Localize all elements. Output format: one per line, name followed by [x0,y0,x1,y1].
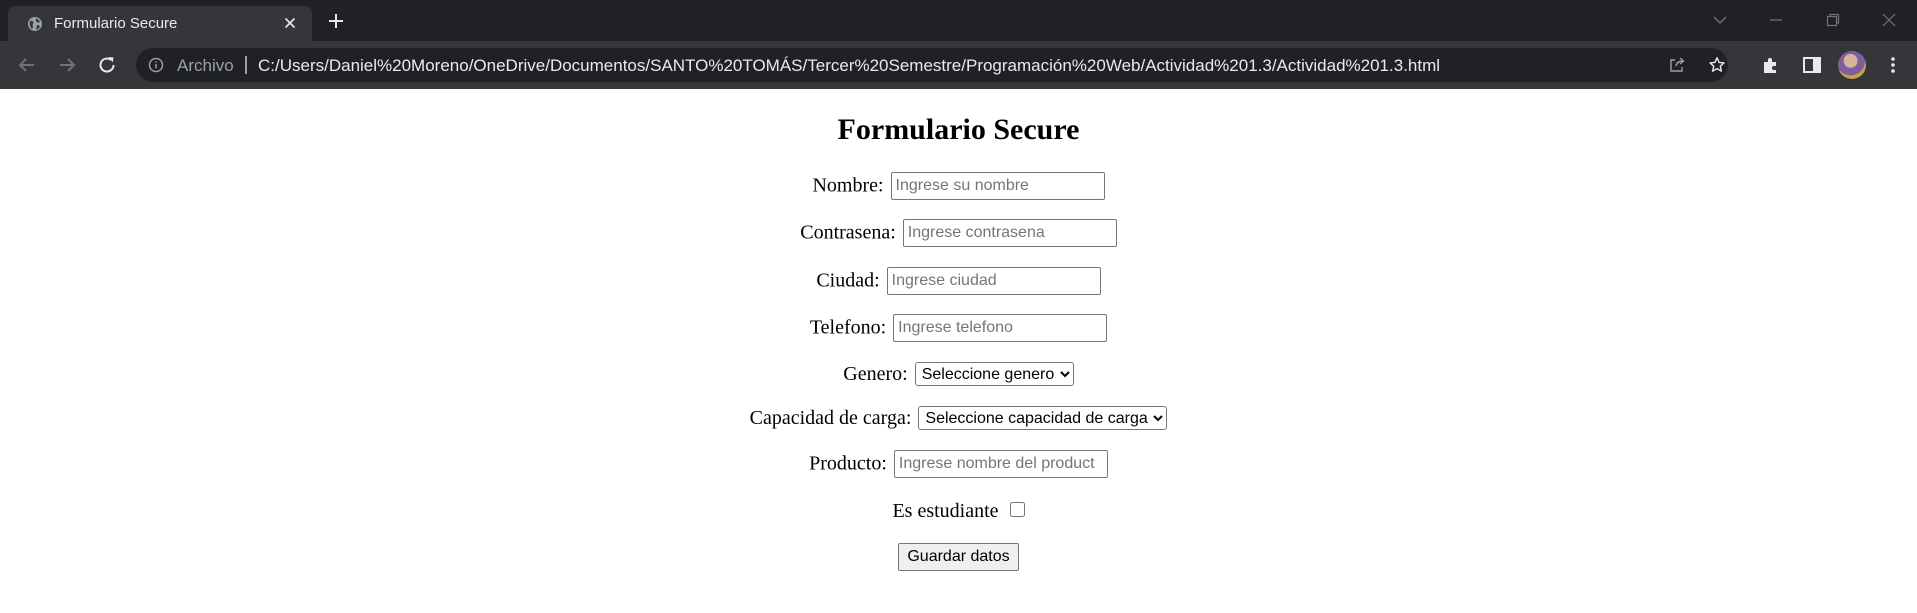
telefono-label: Telefono: [809,316,887,339]
page-content: Formulario Secure Nombre: Contrasena: Ci… [0,89,1917,613]
guardar-datos-button[interactable]: Guardar datos [898,543,1019,571]
estudiante-label: Es estudiante [892,499,999,522]
share-icon[interactable] [1668,56,1686,74]
contrasena-label: Contrasena: [800,221,896,244]
minimize-icon[interactable] [1765,9,1787,31]
estudiante-row: Es estudiante [0,499,1917,523]
globe-icon [28,17,42,31]
address-bar[interactable]: Archivo C:/Users/Daniel%20Moreno/OneDriv… [136,48,1728,82]
info-icon[interactable] [148,57,164,73]
close-icon[interactable] [282,15,298,31]
genero-select[interactable]: Seleccione genero [914,362,1074,387]
extensions-icon[interactable] [1760,54,1782,76]
producto-label: Producto: [809,452,887,475]
reload-icon[interactable] [95,53,119,77]
star-icon[interactable] [1708,56,1726,74]
contrasena-row: Contrasena: [0,219,1917,247]
telefono-row: Telefono: [0,314,1917,342]
telefono-input[interactable] [893,314,1108,342]
ciudad-label: Ciudad: [816,269,880,292]
browser-toolbar: Archivo C:/Users/Daniel%20Moreno/OneDriv… [0,41,1917,89]
tab-title: Formulario Secure [54,15,178,32]
estudiante-checkbox[interactable] [1009,502,1025,517]
close-icon[interactable] [1878,9,1900,31]
contrasena-input[interactable] [902,219,1117,247]
scheme-separator [245,56,247,74]
chevron-down-icon[interactable] [1709,9,1731,31]
forward-icon[interactable] [55,53,79,77]
profile-avatar[interactable] [1838,51,1866,79]
file-scheme-label: Archivo [177,56,234,75]
restore-icon[interactable] [1822,9,1844,31]
capacidad-select[interactable]: Seleccione capacidad de carga [918,406,1168,431]
plus-icon[interactable] [326,11,346,31]
ciudad-input[interactable] [886,267,1101,295]
producto-row: Producto: [0,450,1917,478]
page-title: Formulario Secure [837,113,1080,146]
back-icon[interactable] [15,53,39,77]
genero-label: Genero: [843,362,908,385]
side-panel-icon[interactable] [1801,54,1823,76]
ciudad-row: Ciudad: [0,267,1917,295]
nombre-label: Nombre: [812,174,884,197]
tab-strip: Formulario Secure [0,0,1917,41]
capacidad-label: Capacidad de carga: [749,406,912,429]
genero-row: Genero: Seleccione genero [0,362,1917,387]
submit-row: Guardar datos [0,543,1917,571]
browser-tab[interactable]: Formulario Secure [8,6,312,41]
menu-icon[interactable] [1882,54,1904,76]
nombre-input[interactable] [890,172,1105,200]
producto-input[interactable] [893,450,1108,478]
capacidad-row: Capacidad de carga: Seleccione capacidad… [0,406,1917,431]
nombre-row: Nombre: [0,172,1917,200]
url-text[interactable]: C:/Users/Daniel%20Moreno/OneDrive/Docume… [258,56,1440,76]
